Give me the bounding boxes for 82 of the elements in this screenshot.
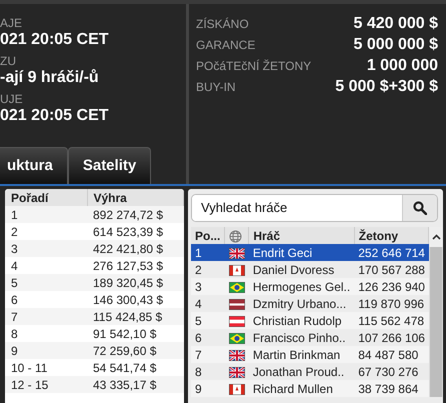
table-cell: 2 [191,261,225,278]
globe-icon [229,230,242,243]
table-cell: 67 730 276 [354,363,429,380]
flag-icon [228,366,245,378]
scroll-up-icon [432,234,441,240]
stat-value: 5 000 000 $ [353,35,438,55]
player-name[interactable]: Martin Brinkman [248,346,354,363]
table-cell: 9 [5,342,87,359]
search-field[interactable]: Vyhledat hráče [191,194,438,222]
flag-icon [228,332,245,344]
table-cell: 9 [191,380,225,397]
stat-label: GARANCE [196,38,256,52]
table-cell: 8 [191,363,225,380]
field-value: -ají 9 hráči/-ů [0,68,100,88]
table-cell: 3 [5,240,87,257]
player-name[interactable]: Richard Mullen [248,380,354,397]
table-cell: 4 [5,257,87,274]
player-name[interactable]: Hermogenes Gel.. [248,278,354,295]
table-cell: 12 - 15 [5,376,87,393]
stat-label: POčáTEčNÍ ŽETONY [196,59,312,73]
search-icon [413,201,427,215]
flag-icon [228,282,245,293]
table-cell: 6 [191,329,225,346]
player-name[interactable]: Francisco Pinho.. [248,329,354,346]
table-cell: 2 [5,223,87,240]
column-header: Pořadí [5,189,87,206]
player-name[interactable]: Dzmitry Urbano... [248,295,354,312]
field-value: 021 20:05 CET [0,30,110,50]
table-cell: 1 [191,244,225,261]
scrollbar[interactable] [429,227,443,397]
tab[interactable]: Satelity [68,146,152,184]
table-cell: 72 259,60 $ [87,342,184,359]
table-cell: 54 541,74 $ [87,359,184,376]
table-cell: 3 [191,278,225,295]
table-cell: 107 266 106 [354,329,429,346]
table-cell: 115 424,85 $ [87,308,184,325]
player-name[interactable]: Endrit Geci [248,244,354,261]
flag-icon [228,298,245,310]
table-cell: 84 487 580 [354,346,429,363]
table-cell: 126 236 940 [354,278,429,295]
stat-value: 5 420 000 $ [353,14,438,34]
column-header: Žetony [354,227,429,244]
flag-icon [228,248,245,259]
player-name[interactable]: Jonathan Proud.. [248,363,354,380]
table-cell: 38 739 864 [354,380,429,397]
player-name[interactable]: Christian Rudolp [248,312,354,329]
table-cell: 892 274,72 $ [87,206,184,223]
table-cell: 10 - 11 [5,359,87,376]
table-cell: 146 300,43 $ [87,291,184,308]
table-cell: 119 870 996 [354,295,429,312]
table-cell: 4 [191,295,225,312]
column-header: Hráč [248,227,354,244]
table-cell: 422 421,80 $ [87,240,184,257]
table-cell: 115 562 478 [354,312,429,329]
table-cell: 614 523,39 $ [87,223,184,240]
tab[interactable]: uktura [0,146,68,184]
table-cell: 7 [191,346,225,363]
table-cell: 5 [5,274,87,291]
flag-icon [228,264,245,276]
column-header: Po... [191,227,225,244]
table-cell: 1 [5,206,87,223]
field-label: ZU [0,54,17,68]
field-label: UJE [0,92,24,106]
table-cell: 276 127,53 $ [87,257,184,274]
field-value: 021 20:05 CET [0,106,110,126]
table-cell: 7 [5,308,87,325]
player-name[interactable]: Daniel Dvoress [248,261,354,278]
search-button[interactable] [402,195,437,221]
field-label: AJE [0,16,24,30]
table-cell: 43 335,17 $ [87,376,184,393]
table-cell: 5 [191,312,225,329]
table-cell: 170 567 288 [354,261,429,278]
table-cell: 189 320,45 $ [87,274,184,291]
table-cell: 91 542,10 $ [87,325,184,342]
table-cell: 252 646 714 [354,244,429,261]
table-cell: 8 [5,325,87,342]
stat-label: BUY-IN [196,80,236,94]
stat-label: ZÍSKÁNO [196,17,249,31]
stat-value: 5 000 $+300 $ [335,77,438,97]
column-header: Výhra [87,189,184,206]
stat-value: 1 000 000 [366,56,438,76]
table-cell: 6 [5,291,87,308]
